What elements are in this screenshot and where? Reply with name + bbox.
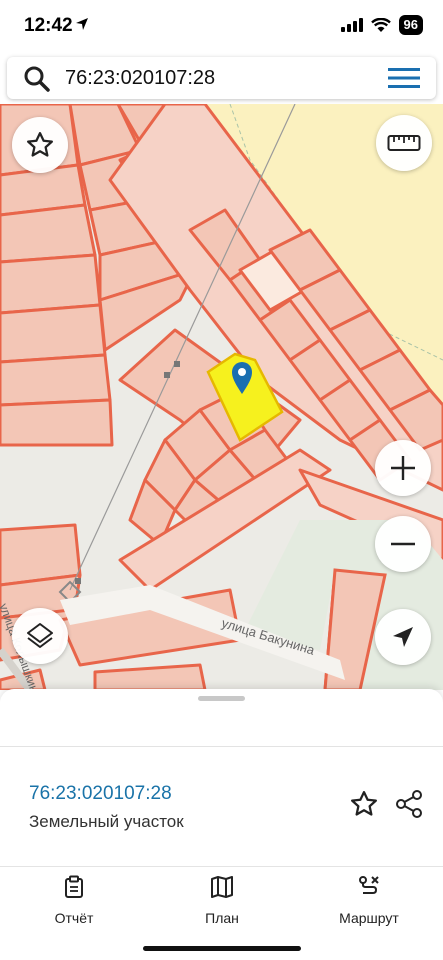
cadastral-map[interactable]: улица Бакунина улица Колышкина: [0, 104, 443, 690]
my-location-button[interactable]: [375, 609, 431, 665]
status-time: 12:42: [24, 15, 73, 36]
search-icon[interactable]: [23, 65, 51, 93]
sheet-grabber[interactable]: [198, 696, 245, 701]
ruler-icon: [387, 135, 421, 151]
parcel-info-sheet[interactable]: 76:23:020107:28 Земельный участок: [0, 689, 443, 869]
zoom-in-button[interactable]: [375, 440, 431, 496]
tab-plan-label: План: [205, 910, 239, 926]
cellular-signal-icon: [340, 18, 363, 32]
plus-icon: [391, 456, 415, 480]
navigation-arrow-icon: [393, 627, 413, 647]
report-icon: [65, 875, 83, 898]
share-icon[interactable]: [394, 789, 424, 819]
tab-report[interactable]: Отчёт: [40, 875, 108, 926]
hamburger-menu-icon[interactable]: [388, 67, 420, 89]
sheet-divider: [0, 746, 443, 747]
home-indicator: [143, 946, 301, 951]
layers-button[interactable]: [12, 608, 68, 664]
route-icon: [359, 876, 379, 894]
search-bar[interactable]: 76:23:020107:28: [7, 57, 436, 99]
favorite-star-icon[interactable]: [349, 789, 379, 819]
tab-route[interactable]: Маршрут: [330, 875, 408, 926]
tab-plan[interactable]: План: [188, 875, 256, 926]
wifi-icon: [370, 18, 391, 32]
status-indicators: 96: [340, 15, 423, 35]
parcel-type: Земельный участок: [29, 812, 184, 831]
status-bar: 12:42 96: [0, 0, 443, 52]
map-plan-icon: [211, 876, 233, 898]
tab-report-label: Отчёт: [54, 910, 94, 926]
location-arrow-icon: [76, 18, 88, 30]
zoom-out-button[interactable]: [375, 516, 431, 572]
search-input[interactable]: 76:23:020107:28: [65, 67, 215, 90]
parcel-id-link[interactable]: 76:23:020107:28: [29, 783, 172, 805]
minus-icon: [391, 542, 415, 546]
battery-level: 96: [398, 15, 423, 35]
ruler-button[interactable]: [376, 115, 432, 171]
favorite-map-button[interactable]: [12, 117, 68, 173]
screen: 12:42 96 76:23:020107:28 улица Бакунина …: [0, 0, 443, 960]
layers-icon: [27, 623, 53, 648]
tab-route-label: Маршрут: [339, 910, 399, 926]
map-canvas[interactable]: [0, 104, 443, 690]
star-outline-icon: [27, 132, 53, 157]
